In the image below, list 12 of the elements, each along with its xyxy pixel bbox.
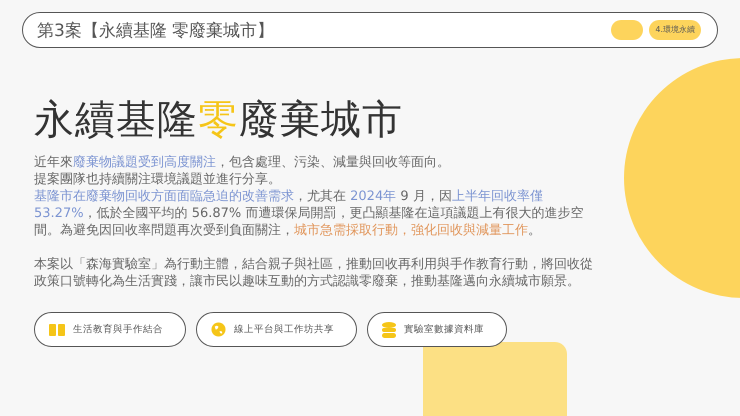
summary-paragraph: 本案以「森海實驗室」為行動主體，結合親子與社區，推動回收再利用與手作教育行動，將回收從政策口號轉化為生活實踐，讓市民以趣味互動的方式認識零廢棄，推動基隆邁向永續城市願景。 [34,256,594,290]
slide-title: 第3案【永續基隆 零廢棄城市】 [37,20,274,42]
blank-pill [611,20,644,40]
book-icon [49,322,65,336]
intro-paragraph: 近年來廢棄物議題受到高度關注，包含處理、污染、減量與回收等面向。 提案團隊也持續關注環境議題並進行分享。 基隆市在廢棄物回收方面面臨急迫的改善需求，尤其在 2024年 9 月，因上半年回收率僅 53.27%，低於全國平均的 56.87% 而遭環保局開罰，更凸顯基隆在這項議題上有很大的進步空間。為避免因回收率問題再次受到負面關注，城市急需採取行動，強化回收與減量工作。 [34,154,584,239]
tag: 4.環境永續 [649,20,701,40]
globe-icon [211,322,226,337]
feature-button[interactable]: 線上平台與工作坊共享 [196,312,357,347]
database-icon [382,322,396,338]
headline: 永續基隆零廢棄城市 [34,96,404,144]
feature-button[interactable]: 實驗室數據資料庫 [367,312,507,347]
feature-button[interactable]: 生活教育與手作結合 [34,312,186,347]
